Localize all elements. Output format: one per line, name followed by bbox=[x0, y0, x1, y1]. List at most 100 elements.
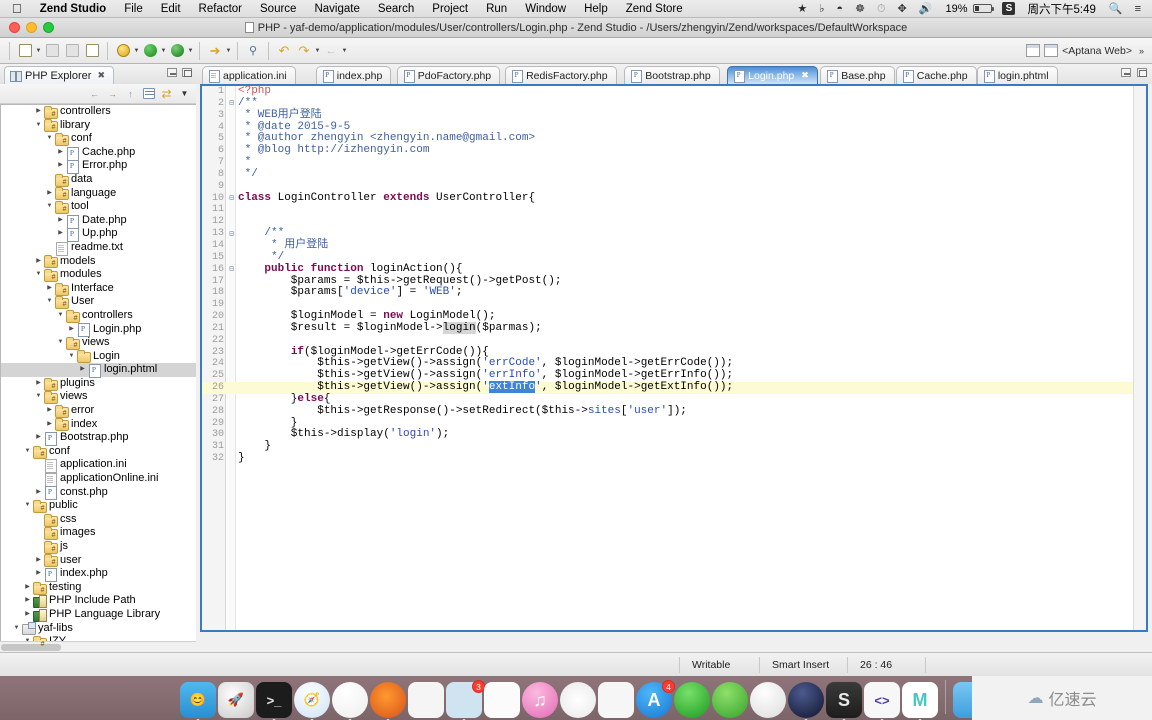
search-button[interactable]: ⚲ bbox=[244, 42, 262, 60]
launchpad-icon[interactable]: 🚀 bbox=[218, 682, 254, 718]
editor-tab-pdofactory-php[interactable]: PdoFactory.php bbox=[396, 66, 501, 84]
expand-arrow-icon[interactable] bbox=[56, 160, 65, 173]
battery-icon[interactable] bbox=[973, 4, 995, 13]
tree-item[interactable]: #Interface bbox=[1, 282, 196, 296]
tree-item[interactable]: login.phtml bbox=[1, 363, 196, 379]
tree-item[interactable]: Date.php bbox=[1, 214, 196, 229]
tree-item[interactable]: #library bbox=[1, 119, 196, 133]
debug-button[interactable] bbox=[114, 42, 132, 60]
expand-arrow-icon[interactable] bbox=[23, 581, 32, 594]
run-button[interactable] bbox=[141, 42, 159, 60]
thunder-icon[interactable] bbox=[674, 682, 710, 718]
tree-item[interactable]: Up.php bbox=[1, 227, 196, 243]
collapse-arrow-icon[interactable] bbox=[67, 350, 76, 363]
wifi-icon[interactable]: ◓ bbox=[831, 0, 848, 18]
view-menu-icon[interactable]: ▼ bbox=[177, 86, 192, 101]
new-wizard-button[interactable] bbox=[16, 42, 34, 60]
editor-tab-login-phtml[interactable]: login.phtml bbox=[976, 66, 1058, 84]
menu-item-edit[interactable]: Edit bbox=[152, 0, 190, 18]
tree-item[interactable]: # images bbox=[1, 526, 196, 541]
menu-item-zend-studio[interactable]: Zend Studio bbox=[31, 0, 115, 18]
finder-icon[interactable]: 😊 bbox=[180, 682, 216, 720]
editor-tab-login-php[interactable]: Login.php ✖ bbox=[727, 66, 818, 84]
collapse-arrow-icon[interactable] bbox=[23, 445, 32, 458]
tree-item[interactable]: readme.txt bbox=[1, 241, 196, 256]
redo-button[interactable]: ↷ bbox=[295, 42, 313, 60]
notification-center-icon[interactable]: ≡ bbox=[1130, 0, 1146, 18]
wechat-icon[interactable] bbox=[712, 682, 748, 718]
menu-item-source[interactable]: Source bbox=[251, 0, 305, 18]
tree-item[interactable]: #views bbox=[1, 390, 196, 405]
tree-item[interactable]: applicationOnline.ini bbox=[1, 472, 196, 487]
scrollbar-thumb[interactable] bbox=[1, 644, 61, 651]
perspective-grid-icon[interactable] bbox=[1044, 44, 1059, 57]
collapse-arrow-icon[interactable] bbox=[34, 391, 43, 404]
editor-tab-cache-php[interactable]: Cache.php bbox=[895, 66, 977, 84]
expand-arrow-icon[interactable] bbox=[45, 282, 54, 295]
terminal-icon[interactable]: >_ bbox=[256, 682, 292, 720]
tree-item[interactable]: #error bbox=[1, 404, 196, 418]
editor-overview-ruler[interactable] bbox=[1133, 86, 1146, 630]
expand-arrow-icon[interactable] bbox=[34, 432, 43, 445]
code-line[interactable]: 16 ⊟ public function loginAction(){ bbox=[202, 263, 1146, 276]
print-button[interactable] bbox=[83, 42, 101, 60]
menu-item-zend-store[interactable]: Zend Store bbox=[617, 0, 692, 18]
tree-item[interactable]: #views bbox=[1, 336, 196, 350]
tree-item[interactable]: #user bbox=[1, 554, 196, 568]
sound-icon[interactable]: ♭ bbox=[814, 0, 829, 18]
expand-arrow-icon[interactable] bbox=[78, 364, 87, 377]
tree-item[interactable]: Login.php bbox=[1, 323, 196, 338]
apple-logo-icon[interactable]:  bbox=[8, 1, 31, 17]
collapse-arrow-icon[interactable] bbox=[45, 296, 54, 309]
tree-item[interactable]: Cache.php bbox=[1, 146, 196, 161]
tree-horizontal-scrollbar[interactable] bbox=[0, 641, 196, 652]
editor-tab-index-php[interactable]: index.php bbox=[315, 66, 392, 84]
menu-item-search[interactable]: Search bbox=[369, 0, 423, 18]
save-all-button[interactable] bbox=[63, 42, 81, 60]
undo-button[interactable]: ↶ bbox=[275, 42, 293, 60]
collapse-arrow-icon[interactable] bbox=[56, 309, 65, 322]
qq-icon[interactable] bbox=[750, 682, 786, 718]
expand-arrow-icon[interactable] bbox=[34, 255, 43, 268]
expand-arrow-icon[interactable] bbox=[56, 214, 65, 227]
reminders-icon[interactable] bbox=[484, 682, 520, 718]
menu-item-window[interactable]: Window bbox=[516, 0, 575, 18]
run-coverage-button[interactable] bbox=[168, 42, 186, 60]
tree-item[interactable]: #modules bbox=[1, 268, 196, 282]
expand-arrow-icon[interactable] bbox=[45, 404, 54, 417]
perspective-overflow-icon[interactable]: » bbox=[1136, 46, 1144, 56]
pages-icon[interactable] bbox=[598, 682, 634, 718]
menu-item-refactor[interactable]: Refactor bbox=[190, 0, 251, 18]
project-tree[interactable]: #controllers#library#confCache.phpError.… bbox=[0, 104, 196, 712]
expand-arrow-icon[interactable] bbox=[56, 146, 65, 159]
fold-toggle-icon[interactable]: ⊟ bbox=[227, 99, 236, 108]
maximize-editor-icon[interactable] bbox=[1137, 68, 1147, 77]
tree-item[interactable]: #User bbox=[1, 295, 196, 310]
appstore-icon[interactable]: A4 bbox=[636, 680, 675, 718]
bluetooth-icon[interactable]: ✥ bbox=[893, 0, 912, 18]
code-line[interactable]: 28 $this->getResponse()->setRedirect($th… bbox=[202, 405, 1146, 418]
expand-arrow-icon[interactable] bbox=[23, 608, 32, 621]
minimize-editor-icon[interactable] bbox=[1121, 68, 1131, 77]
forward-dropdown-icon[interactable]: ▼ bbox=[341, 42, 348, 60]
tree-item[interactable]: const.php bbox=[1, 486, 196, 501]
tree-item[interactable]: Bootstrap.php bbox=[1, 431, 196, 447]
code-line[interactable]: 13 ⊟ /** bbox=[202, 227, 1146, 240]
expand-arrow-icon[interactable] bbox=[23, 595, 32, 608]
code-line[interactable]: 9 bbox=[202, 181, 1146, 193]
editor-tab-redisfactory-php[interactable]: RedisFactory.php bbox=[505, 66, 617, 84]
tree-item[interactable]: PHP Language Library bbox=[1, 608, 196, 622]
code-content[interactable]: 1 <?php 2 ⊟/** 3 * WEB用户登陆 4 * @date 2015-9-5… bbox=[202, 86, 1146, 630]
tree-item[interactable]: # css bbox=[1, 513, 196, 527]
input-method-icon[interactable]: S bbox=[1002, 2, 1016, 15]
code-line[interactable]: 30 $this->display('login'); bbox=[202, 429, 1146, 441]
tree-item[interactable]: #conf bbox=[1, 132, 196, 146]
code-line[interactable]: 1 <?php bbox=[202, 86, 1146, 98]
collapse-arrow-icon[interactable] bbox=[23, 500, 32, 513]
collapse-arrow-icon[interactable] bbox=[45, 132, 54, 145]
code-line[interactable]: 21 $result = $loginModel->login($parmas)… bbox=[202, 321, 1146, 335]
collapse-arrow-icon[interactable] bbox=[34, 119, 43, 132]
new-wizard-dropdown-icon[interactable]: ▼ bbox=[35, 42, 42, 60]
perspective-label[interactable]: <Aptana Web> bbox=[1062, 45, 1132, 57]
photos-icon[interactable]: 3 bbox=[446, 680, 485, 720]
